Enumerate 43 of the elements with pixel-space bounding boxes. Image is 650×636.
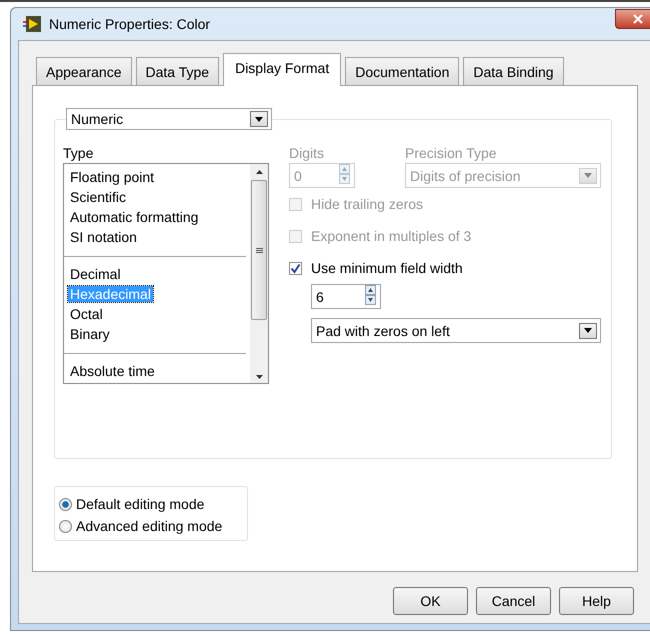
precision-type-label: Precision Type: [405, 144, 498, 163]
type-label: Type: [63, 144, 94, 163]
grip-icon[interactable]: [256, 246, 262, 254]
category-dropdown[interactable]: Numeric: [66, 108, 272, 130]
caret-icon: [584, 328, 592, 333]
type-item[interactable]: Scientific: [68, 189, 128, 205]
type-item[interactable]: SI notation: [68, 229, 139, 245]
checkbox[interactable]: [289, 262, 302, 274]
spin-arrows-icon[interactable]: [365, 285, 376, 305]
checkbox-label: Exponent in multiples of 3: [311, 228, 472, 244]
min-width-spinbox[interactable]: 6: [311, 284, 381, 309]
close-button[interactable]: [615, 9, 650, 29]
type-item[interactable]: Octal: [68, 306, 105, 322]
type-item[interactable]: Automatic formatting: [68, 209, 200, 225]
dialog-button[interactable]: OK: [393, 587, 468, 615]
radio-button[interactable]: [59, 520, 72, 532]
padding-dropdown[interactable]: Pad with zeros on left: [311, 318, 601, 343]
tab[interactable]: Documentation: [345, 57, 460, 85]
tab[interactable]: Data Binding: [463, 57, 564, 85]
scroll-down-icon[interactable]: [256, 375, 262, 379]
tab[interactable]: Display Format: [223, 53, 342, 86]
digits-label: Digits: [289, 144, 326, 163]
close-icon: [632, 14, 644, 24]
caret-icon: [584, 173, 592, 178]
dialog-button[interactable]: Cancel: [476, 587, 551, 615]
type-item[interactable]: Floating point: [68, 169, 156, 185]
caret-icon: [255, 116, 263, 122]
checkbox-label: Hide trailing zeros: [311, 196, 424, 212]
window-title: Numeric Properties: Color: [49, 16, 210, 32]
scrollbar[interactable]: [250, 164, 268, 383]
dialog-button[interactable]: Help: [559, 587, 634, 615]
type-item[interactable]: Binary: [68, 326, 112, 342]
type-item[interactable]: Decimal: [68, 266, 123, 282]
checkbox-label: Use minimum field width: [311, 260, 463, 276]
radio-label: Advanced editing mode: [76, 518, 222, 534]
radio-label: Default editing mode: [76, 496, 204, 512]
type-list[interactable]: Floating point Scientific Automatic formatting SI notation Decimal Hexadecimal Octal Binary Absolute time: [63, 163, 269, 384]
radio-button[interactable]: [59, 498, 72, 510]
scroll-up-icon[interactable]: [256, 170, 262, 174]
tab[interactable]: Data Type: [136, 57, 220, 85]
type-item[interactable]: Absolute time: [68, 363, 157, 379]
tab[interactable]: Appearance: [36, 57, 132, 85]
app-icon: [23, 15, 43, 33]
